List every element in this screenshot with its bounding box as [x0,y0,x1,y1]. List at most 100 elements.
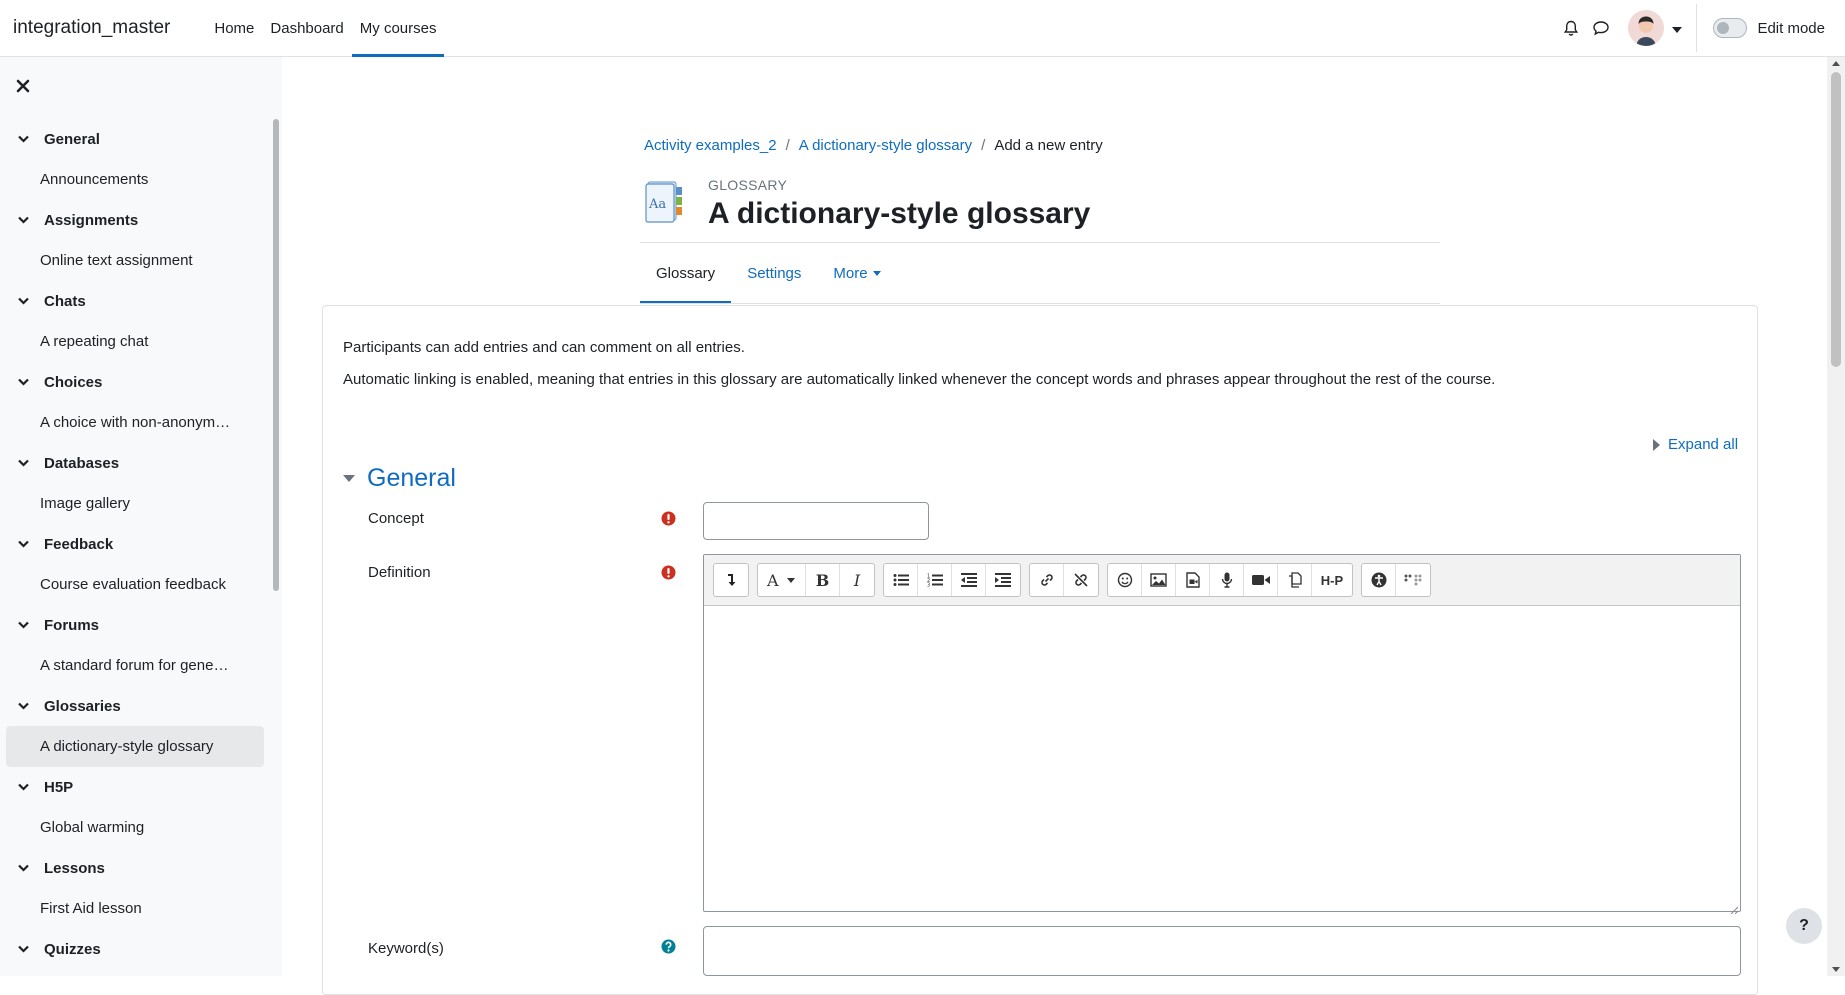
course-section-assignments[interactable]: Assignments [6,200,264,240]
screenreader-helper-icon[interactable] [1396,564,1430,596]
main-region: Activity examples_2 / A dictionary-style… [282,57,1827,995]
collapse-icon[interactable] [714,564,748,596]
chevron-down-icon[interactable] [18,862,30,874]
course-section-feedback[interactable]: Feedback [6,524,264,564]
emoji-icon[interactable] [1108,564,1142,596]
definition-editor-content[interactable] [704,606,1740,911]
scroll-up-arrow-icon[interactable] [1832,61,1840,66]
course-index-activity[interactable]: Course evaluation feedback [6,564,264,605]
link-icon[interactable] [1030,564,1064,596]
course-index-activity[interactable]: First Aid lesson [6,888,264,929]
general-section-header[interactable]: General [343,464,456,493]
chevron-down-icon[interactable] [18,295,30,307]
course-section-glossaries[interactable]: Glossaries [6,686,264,726]
edit-mode-toggle[interactable] [1713,18,1748,38]
editor-toolbar: A B I 123 H-P [704,555,1740,606]
page-header: Aa GLOSSARY A dictionary-style glossary [644,175,1090,231]
nav-home[interactable]: Home [206,0,262,57]
course-index: General Announcements Assignments Online te… [6,119,264,969]
chevron-down-icon[interactable] [18,943,30,955]
course-index-activity[interactable]: A choice with non-anonym… [6,402,264,443]
font-style-icon[interactable]: A [758,564,806,596]
help-floating-button[interactable]: ? [1786,908,1822,944]
unlink-icon[interactable] [1064,564,1098,596]
accessibility-checker-icon[interactable] [1362,564,1396,596]
chevron-down-icon[interactable] [18,619,30,631]
course-section-chats[interactable]: Chats [6,281,264,321]
scroll-down-arrow-icon[interactable] [1832,967,1840,972]
course-section-general[interactable]: General [6,119,264,159]
site-brand[interactable]: integration_master [13,17,170,39]
chevron-down-icon[interactable] [18,376,30,388]
resize-grip-icon[interactable] [1730,901,1739,915]
image-icon[interactable] [1142,564,1176,596]
svg-text:Aa: Aa [648,197,666,212]
chevron-down-icon[interactable] [18,133,30,145]
required-exclamation-icon [661,511,676,526]
tab-settings[interactable]: Settings [731,243,817,304]
chevron-down-icon[interactable] [18,538,30,550]
expand-all-link[interactable]: Expand all [1653,436,1738,453]
breadcrumb: Activity examples_2 / A dictionary-style… [644,137,1103,154]
nav-dashboard[interactable]: Dashboard [262,0,351,57]
indent-icon[interactable] [986,564,1020,596]
module-type-label: GLOSSARY [708,177,788,193]
course-section-lessons[interactable]: Lessons [6,848,264,888]
general-section-title: General [367,464,456,492]
manage-files-icon[interactable] [1278,564,1312,596]
chevron-down-icon[interactable] [18,700,30,712]
toolbar-group-collapse [713,563,749,597]
course-index-activity[interactable]: Global warming [6,807,264,848]
course-section-quizzes[interactable]: Quizzes [6,929,264,969]
svg-text:3: 3 [927,583,930,588]
keywords-input[interactable] [703,926,1741,976]
tab-glossary[interactable]: Glossary [640,243,732,304]
toolbar-group-links [1029,563,1099,597]
italic-icon[interactable]: I [840,564,874,596]
expand-caret-right-icon [1653,438,1660,451]
messages-chat-icon[interactable] [1586,13,1616,43]
record-audio-icon[interactable] [1210,564,1244,596]
breadcrumb-course[interactable]: Activity examples_2 [644,137,777,154]
page-title: A dictionary-style glossary [708,197,1091,230]
user-menu-chevron-down-icon[interactable] [1672,20,1683,37]
course-section-h5p[interactable]: H5P [6,767,264,807]
course-index-activity[interactable]: A standard forum for gene… [6,645,264,686]
user-avatar[interactable] [1628,10,1665,46]
breadcrumb-glossary[interactable]: A dictionary-style glossary [799,137,972,154]
intro-line-2: Automatic linking is enabled, meaning th… [343,371,1496,388]
secondary-navigation: Glossary Settings More [640,243,897,304]
close-drawer-icon[interactable] [14,77,32,95]
nav-my-courses[interactable]: My courses [351,0,445,57]
course-index-activity[interactable]: A repeating chat [6,321,264,362]
help-question-icon[interactable] [661,939,676,954]
chevron-down-icon[interactable] [18,781,30,793]
unordered-list-icon[interactable] [884,564,918,596]
tab-more[interactable]: More [817,243,896,304]
chevron-down-icon[interactable] [18,457,30,469]
page-scrollbar-thumb[interactable] [1831,72,1841,367]
course-section-databases[interactable]: Databases [6,443,264,483]
course-index-activity[interactable]: Announcements [6,159,264,200]
ordered-list-icon[interactable]: 123 [918,564,952,596]
definition-label: Definition [368,564,431,581]
media-icon[interactable] [1176,564,1210,596]
course-section-choices[interactable]: Choices [6,362,264,402]
section-title: H5P [44,778,74,796]
concept-input[interactable] [703,502,929,540]
entry-form-card: Participants can add entries and can com… [322,305,1758,995]
drawer-scrollbar[interactable] [273,119,279,591]
page-scrollbar[interactable] [1827,57,1845,976]
notifications-bell-icon[interactable] [1556,13,1586,43]
course-index-activity[interactable]: Image gallery [6,483,264,524]
course-index-activity[interactable]: Online text assignment [6,240,264,281]
h5p-icon[interactable]: H-P [1312,564,1352,596]
bold-icon[interactable]: B [806,564,840,596]
outdent-icon[interactable] [952,564,986,596]
section-title: Lessons [44,859,105,877]
course-section-forums[interactable]: Forums [6,605,264,645]
course-index-activity[interactable]: A dictionary-style glossary [6,726,264,767]
record-video-icon[interactable] [1244,564,1278,596]
chevron-down-icon[interactable] [18,214,30,226]
navbar-divider [1696,4,1698,52]
